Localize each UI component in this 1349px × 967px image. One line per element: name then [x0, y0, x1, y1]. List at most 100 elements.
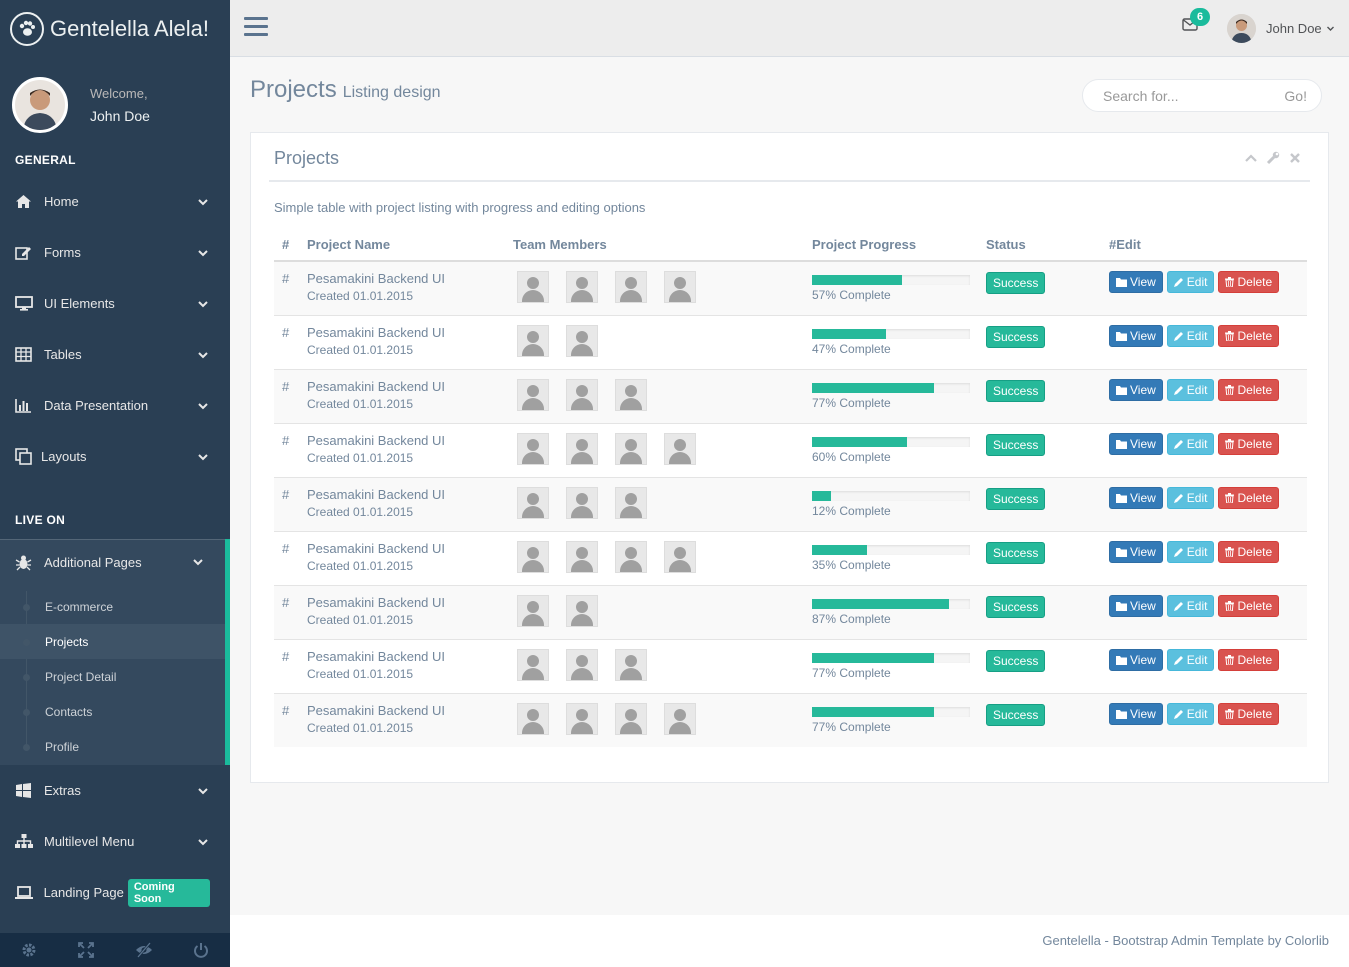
status-badge[interactable]: Success: [986, 433, 1046, 456]
member-avatar[interactable]: [664, 540, 696, 573]
edit-button[interactable]: Edit: [1166, 648, 1215, 671]
submenu-item-ecommerce[interactable]: E-commerce: [0, 589, 225, 624]
project-name-link[interactable]: Pesamakini Backend UI: [307, 325, 497, 340]
brand[interactable]: Gentelella Alela!: [0, 0, 230, 57]
member-avatar[interactable]: [566, 432, 598, 465]
status-badge[interactable]: Success: [986, 649, 1046, 672]
delete-button[interactable]: Delete: [1218, 648, 1280, 671]
member-avatar[interactable]: [566, 486, 598, 519]
menu-item-landing-page[interactable]: Landing Page Coming Soon: [0, 867, 230, 918]
member-avatar[interactable]: [615, 271, 647, 303]
power-icon[interactable]: [173, 933, 231, 967]
member-avatar[interactable]: [517, 648, 549, 681]
project-name-link[interactable]: Pesamakini Backend UI: [307, 271, 497, 286]
menu-item-ui-elements[interactable]: UI Elements: [0, 278, 230, 329]
member-avatar[interactable]: [517, 378, 549, 411]
delete-button[interactable]: Delete: [1218, 324, 1280, 347]
member-avatar[interactable]: [664, 702, 696, 735]
delete-button[interactable]: Delete: [1218, 271, 1280, 293]
edit-button[interactable]: Edit: [1166, 432, 1215, 455]
user-menu[interactable]: John Doe: [1227, 14, 1335, 43]
delete-button[interactable]: Delete: [1218, 378, 1280, 401]
project-name-link[interactable]: Pesamakini Backend UI: [307, 703, 497, 718]
member-avatar[interactable]: [615, 432, 647, 465]
member-avatar[interactable]: [566, 648, 598, 681]
delete-button[interactable]: Delete: [1218, 486, 1280, 509]
submenu-item-project-detail[interactable]: Project Detail: [0, 659, 225, 694]
project-name-link[interactable]: Pesamakini Backend UI: [307, 595, 497, 610]
member-avatar[interactable]: [566, 540, 598, 573]
search-go-button[interactable]: Go!: [1284, 88, 1307, 104]
project-name-link[interactable]: Pesamakini Backend UI: [307, 541, 497, 556]
delete-button[interactable]: Delete: [1218, 702, 1280, 725]
menu-item-tables[interactable]: Tables: [0, 329, 230, 380]
member-avatar[interactable]: [615, 486, 647, 519]
status-badge[interactable]: Success: [986, 272, 1046, 294]
member-avatar[interactable]: [517, 594, 549, 627]
member-avatar[interactable]: [517, 324, 549, 357]
member-avatar[interactable]: [615, 702, 647, 735]
status-badge[interactable]: Success: [986, 325, 1046, 348]
view-button[interactable]: View: [1109, 540, 1163, 563]
view-button[interactable]: View: [1109, 648, 1163, 671]
status-badge[interactable]: Success: [986, 487, 1046, 510]
submenu-item-projects[interactable]: Projects: [0, 624, 225, 659]
member-avatar[interactable]: [517, 486, 549, 519]
project-name-link[interactable]: Pesamakini Backend UI: [307, 487, 497, 502]
view-button[interactable]: View: [1109, 271, 1163, 293]
menu-item-additional-pages[interactable]: Additional Pages: [0, 539, 230, 585]
member-avatar[interactable]: [566, 594, 598, 627]
eye-slash-icon[interactable]: [115, 933, 173, 967]
member-avatar[interactable]: [664, 271, 696, 303]
delete-button[interactable]: Delete: [1218, 432, 1280, 455]
status-badge[interactable]: Success: [986, 379, 1046, 402]
member-avatar[interactable]: [517, 432, 549, 465]
close-icon[interactable]: [1288, 151, 1302, 165]
edit-button[interactable]: Edit: [1166, 540, 1215, 563]
status-badge[interactable]: Success: [986, 541, 1046, 564]
fullscreen-icon[interactable]: [58, 933, 116, 967]
member-avatar[interactable]: [566, 271, 598, 303]
view-button[interactable]: View: [1109, 378, 1163, 401]
member-avatar[interactable]: [664, 432, 696, 465]
member-avatar[interactable]: [566, 378, 598, 411]
view-button[interactable]: View: [1109, 594, 1163, 617]
member-avatar[interactable]: [517, 271, 549, 303]
chevron-up-icon[interactable]: [1244, 151, 1258, 165]
member-avatar[interactable]: [615, 378, 647, 411]
project-name-link[interactable]: Pesamakini Backend UI: [307, 433, 497, 448]
view-button[interactable]: View: [1109, 324, 1163, 347]
edit-button[interactable]: Edit: [1166, 594, 1215, 617]
menu-item-data-presentation[interactable]: Data Presentation: [0, 380, 230, 431]
member-avatar[interactable]: [615, 540, 647, 573]
submenu-item-profile[interactable]: Profile: [0, 729, 225, 764]
submenu-item-contacts[interactable]: Contacts: [0, 694, 225, 729]
edit-button[interactable]: Edit: [1166, 486, 1215, 509]
project-name-link[interactable]: Pesamakini Backend UI: [307, 379, 497, 394]
view-button[interactable]: View: [1109, 702, 1163, 725]
menu-item-home[interactable]: Home: [0, 176, 230, 227]
edit-button[interactable]: Edit: [1166, 271, 1215, 293]
member-avatar[interactable]: [615, 648, 647, 681]
view-button[interactable]: View: [1109, 432, 1163, 455]
wrench-icon[interactable]: [1266, 151, 1280, 165]
member-avatar[interactable]: [517, 702, 549, 735]
member-avatar[interactable]: [566, 702, 598, 735]
menu-item-layouts[interactable]: Layouts: [0, 431, 230, 482]
edit-button[interactable]: Edit: [1166, 324, 1215, 347]
member-avatar[interactable]: [517, 540, 549, 573]
menu-item-extras[interactable]: Extras: [0, 765, 230, 816]
menu-toggle-icon[interactable]: [244, 17, 268, 39]
menu-item-forms[interactable]: Forms: [0, 227, 230, 278]
status-badge[interactable]: Success: [986, 595, 1046, 618]
delete-button[interactable]: Delete: [1218, 594, 1280, 617]
edit-button[interactable]: Edit: [1166, 702, 1215, 725]
edit-button[interactable]: Edit: [1166, 378, 1215, 401]
menu-item-multilevel[interactable]: Multilevel Menu: [0, 816, 230, 867]
search-input[interactable]: [1103, 87, 1285, 104]
view-button[interactable]: View: [1109, 486, 1163, 509]
project-name-link[interactable]: Pesamakini Backend UI: [307, 649, 497, 664]
settings-icon[interactable]: [0, 933, 58, 967]
member-avatar[interactable]: [566, 324, 598, 357]
delete-button[interactable]: Delete: [1218, 540, 1280, 563]
